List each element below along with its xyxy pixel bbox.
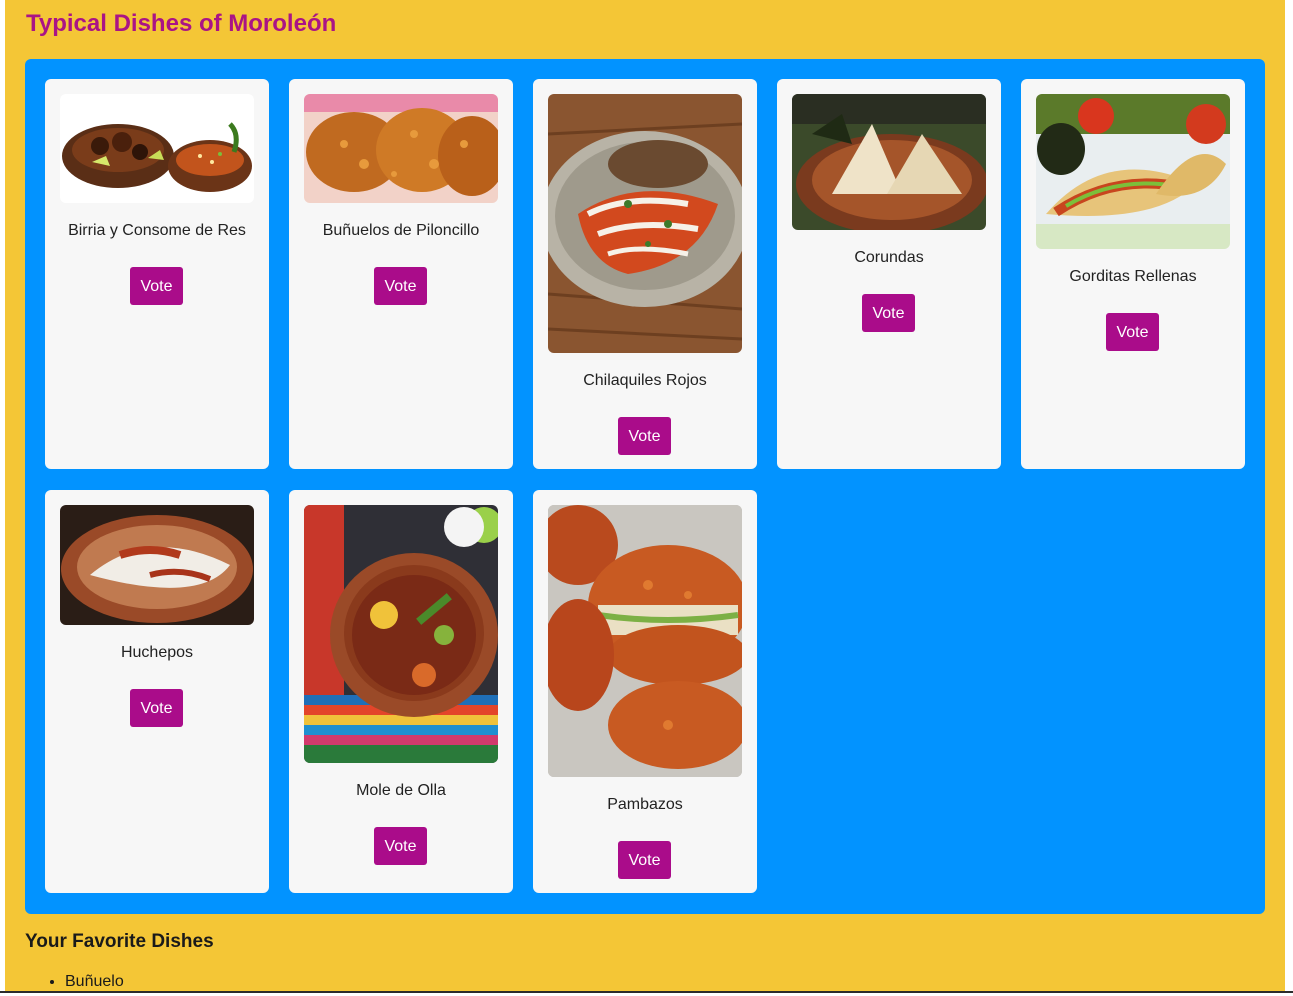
dishes-grid: Birria y Consome de Res Vote Buñuelos de… — [25, 59, 1265, 914]
window-edge — [1285, 0, 1293, 993]
dish-card-gorditas: Gorditas Rellenas Vote — [1021, 79, 1245, 469]
dish-card-corundas: Corundas Vote — [777, 79, 1001, 469]
dish-name: Birria y Consome de Res — [68, 222, 246, 239]
bunuelos-photo-icon — [304, 94, 498, 203]
vote-button[interactable]: Vote — [618, 841, 671, 879]
vote-button[interactable]: Vote — [618, 417, 671, 455]
dish-name: Corundas — [854, 249, 924, 266]
favorites-heading: Your Favorite Dishes — [25, 931, 214, 952]
dish-image-corundas — [792, 94, 986, 230]
dish-name: Pambazos — [607, 796, 683, 813]
birria-photo-icon — [60, 94, 254, 203]
dish-name: Chilaquiles Rojos — [583, 372, 707, 389]
huchepos-photo-icon — [60, 505, 254, 625]
dish-image-gorditas — [1036, 94, 1230, 249]
dish-name: Gorditas Rellenas — [1069, 268, 1197, 285]
dish-card-huchepos: Huchepos Vote — [45, 490, 269, 893]
dish-name: Buñuelos de Piloncillo — [322, 222, 480, 239]
vote-button[interactable]: Vote — [130, 267, 183, 305]
dish-image-chilaquiles — [548, 94, 742, 353]
dish-card-birria: Birria y Consome de Res Vote — [45, 79, 269, 469]
chilaquiles-photo-icon — [548, 94, 742, 353]
dish-card-mole-de-olla: Mole de Olla Vote — [289, 490, 513, 893]
vote-button[interactable]: Vote — [1106, 313, 1159, 351]
dish-image-huchepos — [60, 505, 254, 625]
mole-de-olla-photo-icon — [304, 505, 498, 763]
vote-button[interactable]: Vote — [862, 294, 915, 332]
vote-button[interactable]: Vote — [374, 827, 427, 865]
dish-image-mole-de-olla — [304, 505, 498, 763]
corundas-photo-icon — [792, 94, 986, 230]
dish-card-pambazos: Pambazos Vote — [533, 490, 757, 893]
dish-image-birria — [60, 94, 254, 203]
pambazos-photo-icon — [548, 505, 742, 777]
dish-name: Huchepos — [120, 644, 194, 661]
gorditas-photo-icon — [1036, 94, 1230, 249]
dish-image-pambazos — [548, 505, 742, 777]
page-title: Typical Dishes of Moroleón — [26, 10, 337, 37]
dish-name: Mole de Olla — [356, 782, 446, 799]
vote-button[interactable]: Vote — [130, 689, 183, 727]
dish-card-bunuelos: Buñuelos de Piloncillo Vote — [289, 79, 513, 469]
page-background: Typical Dishes of Moroleón Birria y Cons… — [5, 0, 1285, 993]
dish-card-chilaquiles: Chilaquiles Rojos Vote — [533, 79, 757, 469]
dish-image-bunuelos — [304, 94, 498, 203]
vote-button[interactable]: Vote — [374, 267, 427, 305]
